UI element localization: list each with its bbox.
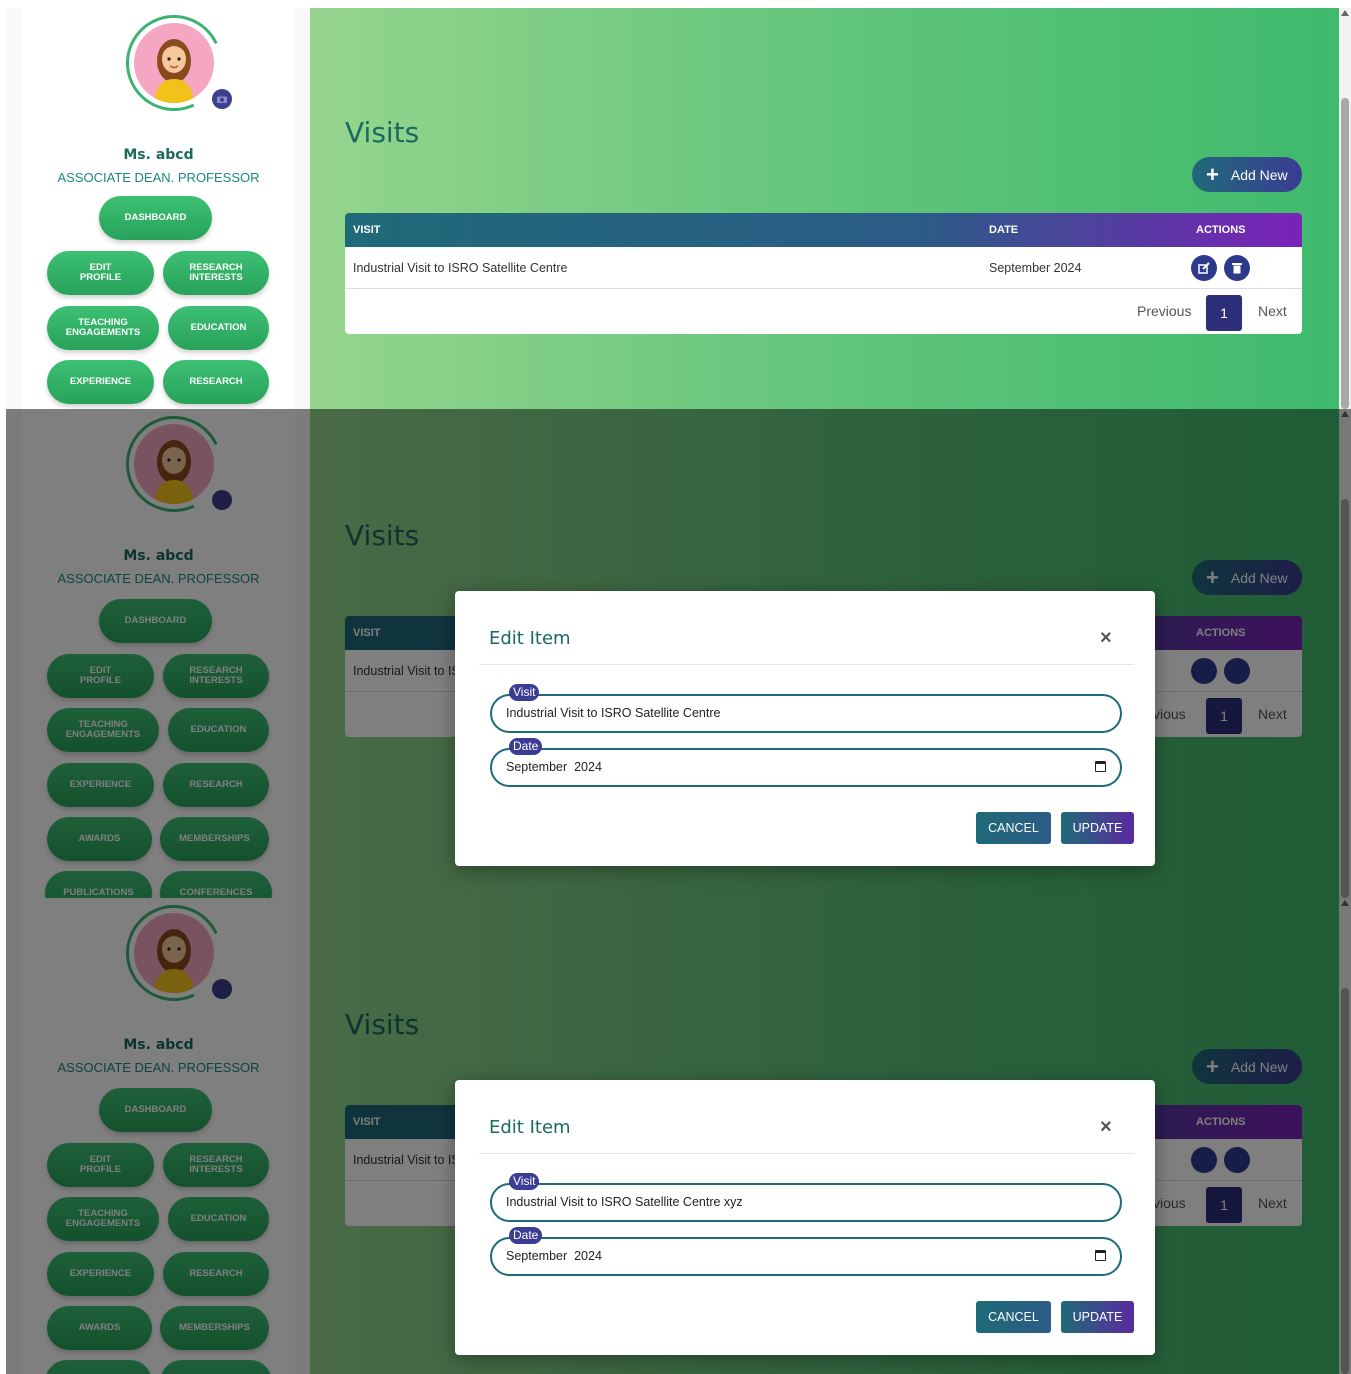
camera-icon[interactable] <box>212 89 232 109</box>
table-row: Industrial Visit to ISRO Satellite Centr… <box>345 247 1302 289</box>
modal-title: Edit Item <box>489 628 571 649</box>
table-header: VISIT DATE ACTIONS <box>345 213 1302 247</box>
edit-item-modal: Edit Item × Visit Industrial Visit to IS… <box>455 1080 1155 1355</box>
plus-icon: + <box>1206 161 1219 187</box>
date-field[interactable]: Date September 2024 <box>490 738 1122 787</box>
calendar-icon[interactable] <box>1095 1250 1106 1261</box>
edit-icon[interactable] <box>1191 255 1217 281</box>
calendar-icon[interactable] <box>1095 761 1106 772</box>
visit-input[interactable]: Industrial Visit to ISRO Satellite Centr… <box>506 1195 743 1209</box>
close-icon[interactable]: × <box>1100 627 1112 650</box>
cancel-button[interactable]: CANCEL <box>976 1301 1051 1333</box>
research-interests-button[interactable]: RESEARCHINTERESTS <box>163 251 269 295</box>
close-icon[interactable]: × <box>1100 1116 1112 1139</box>
visit-input[interactable]: Industrial Visit to ISRO Satellite Centr… <box>506 706 720 720</box>
education-button[interactable]: EDUCATION <box>168 306 269 350</box>
next-button[interactable]: Next <box>1258 303 1287 319</box>
sidebar: Ms. abcd ASSOCIATE DEAN. PROFESSOR DASHB… <box>6 8 310 409</box>
user-role: ASSOCIATE DEAN. PROFESSOR <box>57 170 260 185</box>
scrollbar[interactable] <box>1339 8 1351 409</box>
modal-divider <box>479 664 1134 665</box>
screen-frame-3: Ms. abcd ASSOCIATE DEAN. PROFESSOR DASHB… <box>6 898 1351 1374</box>
modal-title: Edit Item <box>489 1117 571 1138</box>
modal-divider <box>479 1153 1134 1154</box>
date-input[interactable]: September 2024 <box>506 1249 602 1263</box>
avatar-illustration <box>154 39 194 103</box>
edit-profile-button[interactable]: EDITPROFILE <box>47 251 154 295</box>
cancel-button[interactable]: CANCEL <box>976 812 1051 844</box>
main-content: Visits + Add New VISIT DATE ACTIONS Indu… <box>310 8 1339 409</box>
page-1-button[interactable]: 1 <box>1206 295 1242 331</box>
update-button[interactable]: UPDATE <box>1061 1301 1134 1333</box>
screen-frame-1: Ms. abcd ASSOCIATE DEAN. PROFESSOR DASHB… <box>6 8 1351 409</box>
avatar <box>112 8 236 125</box>
update-button[interactable]: UPDATE <box>1061 812 1134 844</box>
visit-field[interactable]: Visit Industrial Visit to ISRO Satellite… <box>490 1173 1122 1222</box>
visit-label: Visit <box>509 1173 540 1190</box>
page-title: Visits <box>345 116 420 149</box>
date-label: Date <box>509 738 543 755</box>
experience-button[interactable]: EXPERIENCE <box>47 360 154 404</box>
add-new-button[interactable]: + Add New <box>1192 157 1302 192</box>
date-field[interactable]: Date September 2024 <box>490 1227 1122 1276</box>
previous-button[interactable]: Previous <box>1137 303 1191 319</box>
user-name: Ms. abcd <box>123 147 194 163</box>
teaching-engagements-button[interactable]: TEACHINGENGAGEMENTS <box>47 306 159 350</box>
screen-frame-2: Ms. abcd ASSOCIATE DEAN. PROFESSOR DASHB… <box>6 409 1351 898</box>
visit-field[interactable]: Visit Industrial Visit to ISRO Satellite… <box>490 684 1122 733</box>
visit-label: Visit <box>509 684 540 701</box>
date-label: Date <box>509 1227 543 1244</box>
research-button[interactable]: RESEARCH <box>163 360 269 404</box>
date-input[interactable]: September 2024 <box>506 760 602 774</box>
dashboard-button[interactable]: DASHBOARD <box>99 196 212 240</box>
delete-icon[interactable] <box>1224 255 1250 281</box>
edit-item-modal: Edit Item × Visit Industrial Visit to IS… <box>455 591 1155 866</box>
visits-table: VISIT DATE ACTIONS Industrial Visit to I… <box>345 213 1302 334</box>
pagination: Previous 1 Next <box>345 289 1302 333</box>
